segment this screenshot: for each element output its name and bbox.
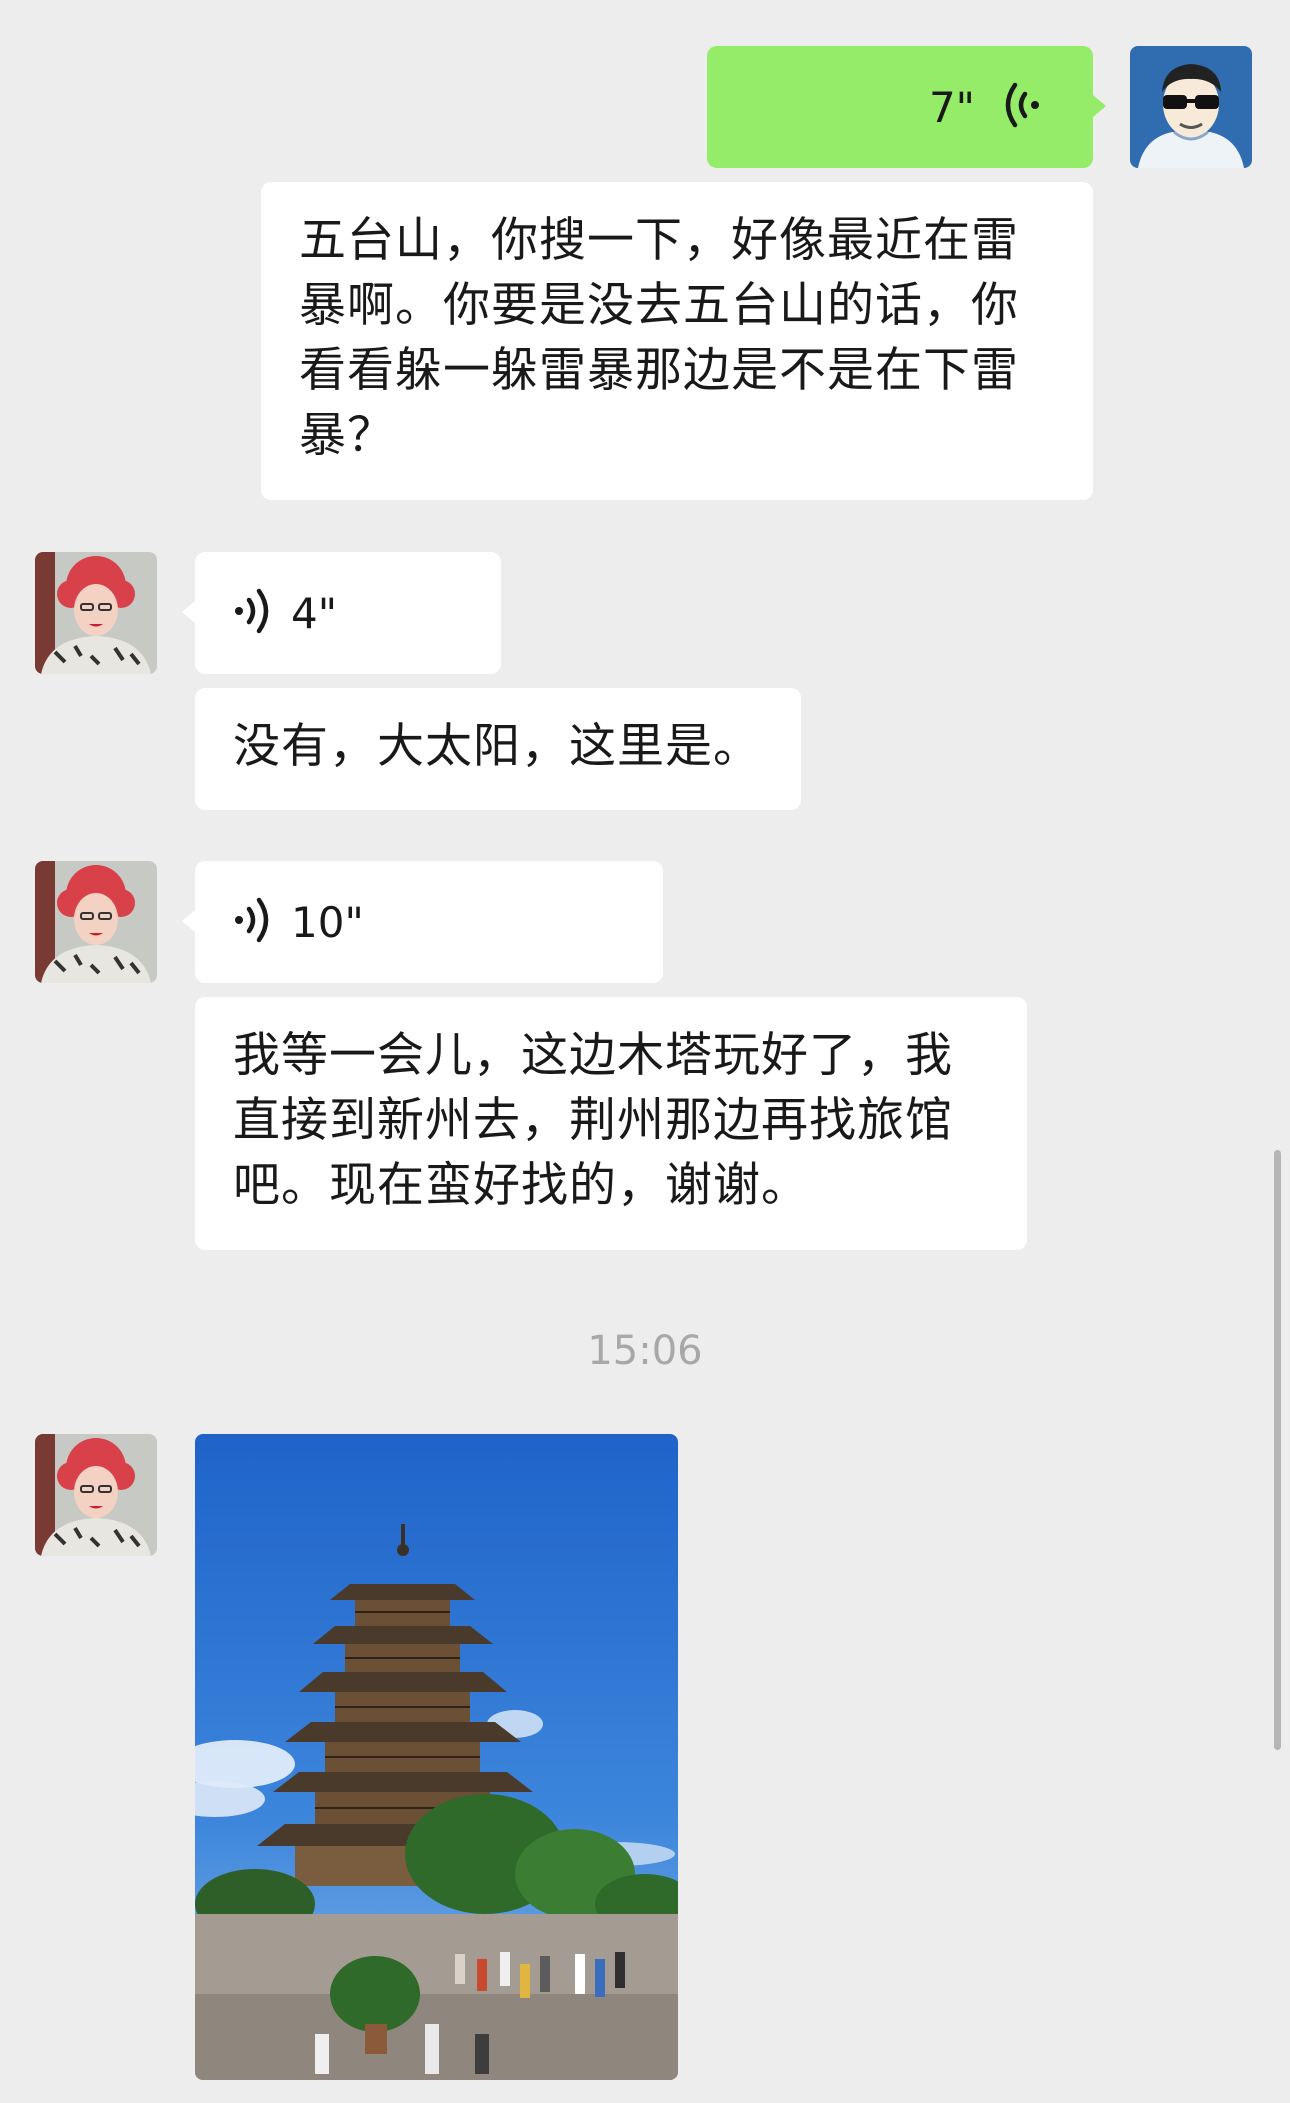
chat-timestamp: 15:06: [587, 1328, 703, 1374]
my-text-message[interactable]: 五台山，你搜一下，好像最近在雷暴啊。你要是没去五台山的话，你看看躲一躲雷暴那边是…: [261, 182, 1093, 500]
contact-avatar[interactable]: [35, 861, 157, 983]
chat-scrollbar[interactable]: [1274, 1150, 1281, 1750]
voice-duration: 10": [291, 897, 364, 947]
message-text: 我等一会儿，这边木塔玩好了，我直接到新州去，荆州那边再找旅馆吧。现在蛮好找的，谢…: [233, 1028, 953, 1213]
voice-wave-icon: [1001, 82, 1041, 132]
my-voice-message[interactable]: 7": [707, 46, 1093, 168]
voice-duration: 4": [291, 588, 338, 638]
bubble-tail: [182, 910, 195, 932]
bubble-tail: [1093, 95, 1106, 117]
message-text: 没有，大太阳，这里是。: [233, 719, 761, 774]
contact-avatar[interactable]: [35, 552, 157, 674]
contact-text-message[interactable]: 我等一会儿，这边木塔玩好了，我直接到新州去，荆州那边再找旅馆吧。现在蛮好找的，谢…: [195, 997, 1027, 1250]
voice-wave-icon: [233, 588, 273, 638]
my-avatar[interactable]: [1130, 46, 1252, 168]
contact-voice-message[interactable]: 10": [195, 861, 663, 983]
voice-wave-icon: [233, 897, 273, 947]
bubble-tail: [182, 601, 195, 623]
voice-duration: 7": [928, 82, 975, 132]
contact-avatar[interactable]: [35, 1434, 157, 1556]
message-text: 五台山，你搜一下，好像最近在雷暴啊。你要是没去五台山的话，你看看躲一躲雷暴那边是…: [299, 213, 1019, 463]
wooden-pagoda-photo[interactable]: [195, 1434, 678, 2080]
contact-voice-message[interactable]: 4": [195, 552, 501, 674]
contact-text-message[interactable]: 没有，大太阳，这里是。: [195, 688, 801, 810]
